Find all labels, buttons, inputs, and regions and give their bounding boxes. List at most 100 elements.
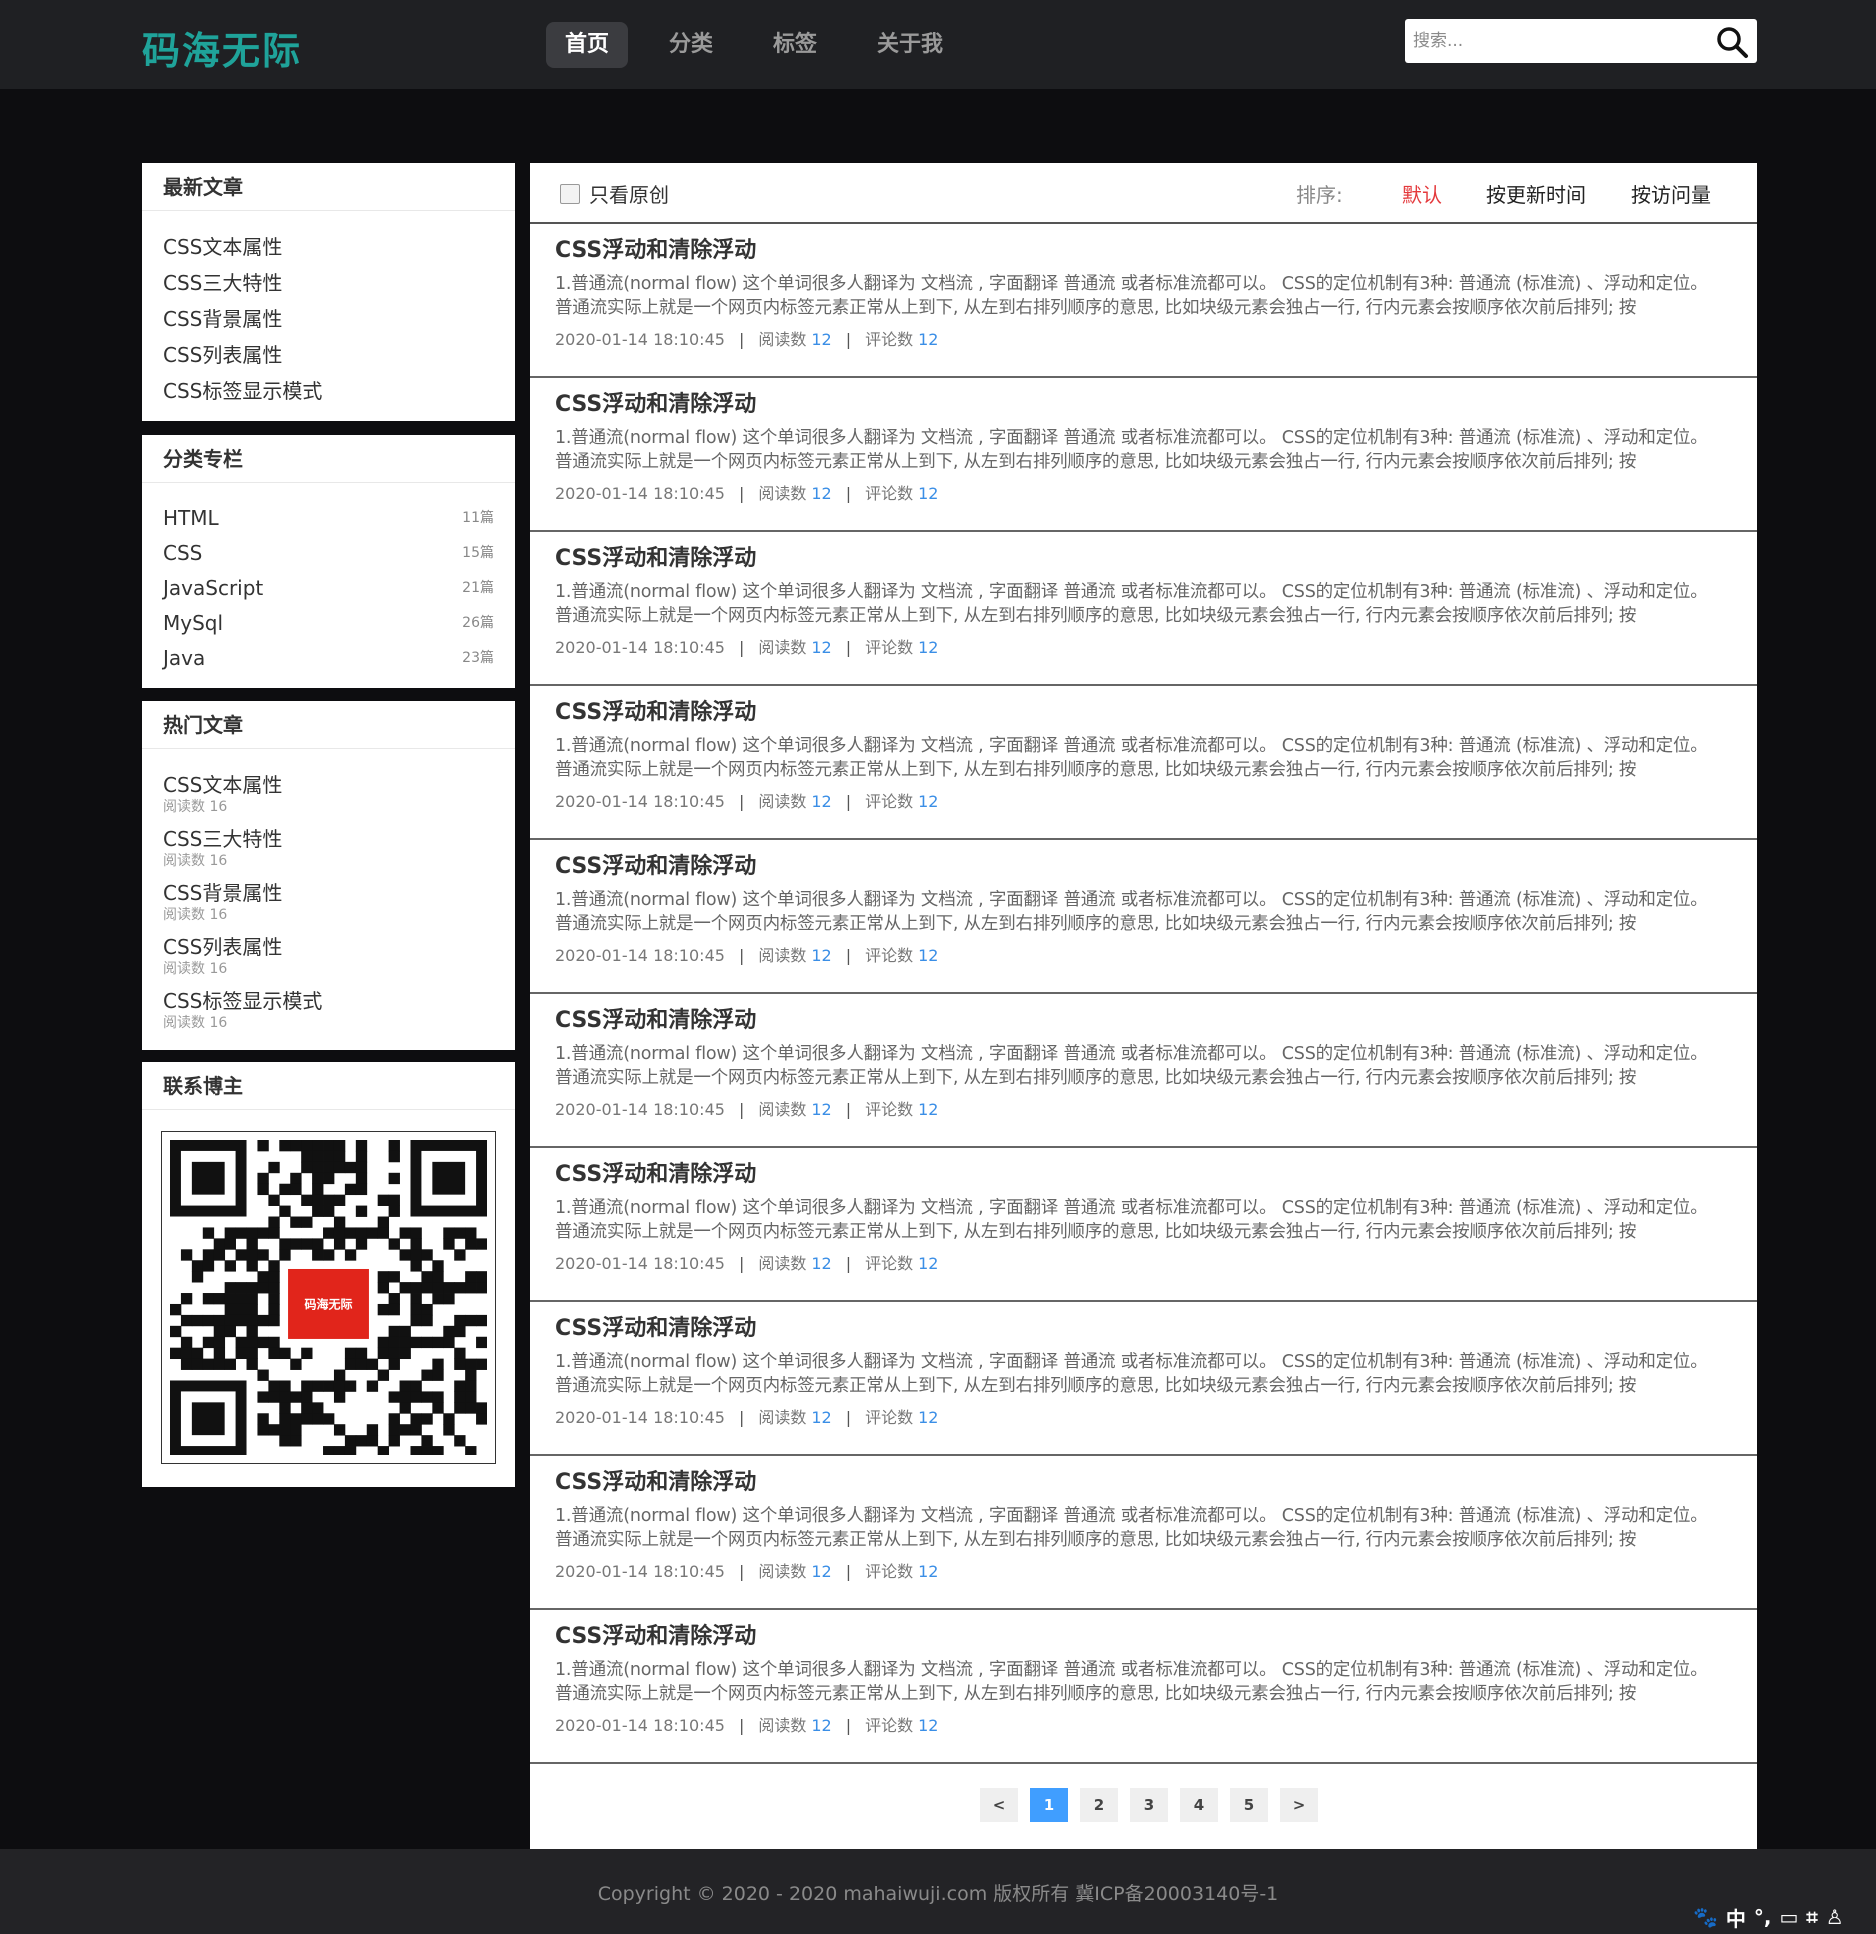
article-title[interactable]: CSS浮动和清除浮动 (555, 544, 1717, 574)
qr-logo-text: 码海无际 (304, 1296, 352, 1311)
qr-module (366, 1358, 379, 1370)
keyboard-icon[interactable]: ▭ (1780, 1905, 1799, 1929)
qr-module (421, 1282, 433, 1294)
qr-module (432, 1358, 444, 1370)
qr-module (377, 1303, 390, 1316)
prev-page-button[interactable]: < (980, 1788, 1018, 1822)
qr-module (290, 1424, 302, 1436)
qr-module (399, 1424, 411, 1436)
qr-module (410, 1260, 422, 1272)
nav-about[interactable]: 关于我 (858, 22, 962, 68)
search-icon[interactable] (1715, 25, 1749, 59)
qr-module (312, 1402, 324, 1414)
sort-by-update-time[interactable]: 按更新时间 (1486, 179, 1586, 208)
meta-separator: | (845, 792, 852, 811)
qr-module (454, 1391, 466, 1403)
original-only-label[interactable]: 只看原创 (589, 179, 669, 208)
qr-module (399, 1347, 411, 1360)
page-button-4[interactable]: 4 (1180, 1788, 1218, 1822)
qr-module (421, 1336, 433, 1349)
reads-label: 阅读数 (758, 330, 807, 349)
qr-module (323, 1227, 335, 1239)
qr-module (377, 1216, 390, 1228)
tool-icon[interactable]: ⌗ (1806, 1905, 1817, 1929)
qr-module (454, 1314, 466, 1327)
category-name: HTML (163, 506, 219, 530)
article-title[interactable]: CSS浮动和清除浮动 (555, 1160, 1717, 1190)
hot-article-item[interactable]: CSS背景属性 阅读数 16 (163, 877, 494, 931)
qr-module (410, 1336, 422, 1349)
article-title[interactable]: CSS浮动和清除浮动 (555, 1468, 1717, 1498)
article-title[interactable]: CSS浮动和清除浮动 (555, 236, 1717, 266)
article-title[interactable]: CSS浮动和清除浮动 (555, 1314, 1717, 1344)
qr-module (344, 1249, 357, 1261)
hot-article-title: CSS文本属性 (163, 773, 283, 797)
paw-icon[interactable]: 🐾 (1693, 1905, 1718, 1929)
nav-tags[interactable]: 标签 (754, 22, 836, 68)
latest-article-link[interactable]: CSS标签显示模式 (163, 373, 494, 409)
article-title[interactable]: CSS浮动和清除浮动 (555, 390, 1717, 420)
meta-separator: | (845, 1562, 852, 1581)
ime-punctuation-indicator[interactable]: °, (1754, 1905, 1772, 1929)
ime-toolbar[interactable]: 🐾 中 °, ▭ ⌗ ♙ (1693, 1903, 1852, 1932)
qr-module (388, 1194, 400, 1206)
category-item-mysql[interactable]: MySql 26篇 (163, 606, 494, 641)
qr-module (432, 1369, 444, 1381)
sort-default[interactable]: 默认 (1402, 179, 1442, 208)
article-title[interactable]: CSS浮动和清除浮动 (555, 1622, 1717, 1652)
page-button-1[interactable]: 1 (1030, 1788, 1068, 1822)
category-item-javascript[interactable]: JavaScript 21篇 (163, 571, 494, 606)
article-item: CSS浮动和清除浮动 1.普通流(normal flow) 这个单词很多人翻译为 … (530, 1302, 1757, 1456)
article-title[interactable]: CSS浮动和清除浮动 (555, 1006, 1717, 1036)
category-item-java[interactable]: Java 23篇 (163, 641, 494, 676)
latest-article-link[interactable]: CSS文本属性 (163, 229, 494, 265)
hot-article-item[interactable]: CSS文本属性 阅读数 16 (163, 769, 494, 823)
nav-home[interactable]: 首页 (546, 22, 629, 68)
qr-module (213, 1293, 226, 1305)
qr-module (366, 1227, 379, 1239)
nav-category[interactable]: 分类 (650, 22, 732, 68)
hot-article-item[interactable]: CSS三大特性 阅读数 16 (163, 823, 494, 877)
qr-module (235, 1293, 247, 1305)
page-button-2[interactable]: 2 (1080, 1788, 1118, 1822)
next-page-button[interactable]: > (1280, 1788, 1318, 1822)
ime-lang-indicator[interactable]: 中 (1726, 1903, 1746, 1932)
qr-module (333, 1446, 346, 1458)
page-button-5[interactable]: 5 (1230, 1788, 1268, 1822)
reads-label: 阅读数 (758, 792, 807, 811)
page-button-3[interactable]: 3 (1130, 1788, 1168, 1822)
qr-module (312, 1161, 324, 1174)
qr-module (399, 1325, 411, 1338)
qr-module (476, 1402, 488, 1414)
latest-article-link[interactable]: CSS背景属性 (163, 301, 494, 337)
article-title[interactable]: CSS浮动和清除浮动 (555, 698, 1717, 728)
latest-article-link[interactable]: CSS列表属性 (163, 337, 494, 373)
qr-module (180, 1358, 193, 1370)
article-item: CSS浮动和清除浮动 1.普通流(normal flow) 这个单词很多人翻译为 … (530, 378, 1757, 532)
article-list-panel: 只看原创 排序: 默认 按更新时间 按访问量 CSS浮动和清除浮动 1.普通流(n… (530, 163, 1757, 1849)
qr-module (180, 1347, 193, 1360)
category-item-css[interactable]: CSS 15篇 (163, 536, 494, 571)
hot-article-item[interactable]: CSS列表属性 阅读数 16 (163, 931, 494, 985)
article-title[interactable]: CSS浮动和清除浮动 (555, 852, 1717, 882)
hot-article-item[interactable]: CSS标签显示模式 阅读数 16 (163, 985, 494, 1039)
qr-module (399, 1282, 411, 1294)
qr-module (202, 1260, 215, 1272)
meta-separator: | (845, 1254, 852, 1273)
qr-module (301, 1402, 313, 1414)
hot-articles-widget: 热门文章 CSS文本属性 阅读数 16 CSS三大特性 阅读数 16 CSS背景属性… (142, 701, 515, 1050)
latest-article-link[interactable]: CSS三大特性 (163, 265, 494, 301)
qr-module (279, 1413, 291, 1425)
sort-by-views[interactable]: 按访问量 (1631, 179, 1711, 208)
qr-module (323, 1140, 335, 1152)
site-logo[interactable]: 码海无际 (142, 20, 302, 75)
original-only-checkbox[interactable] (560, 184, 580, 204)
qr-module (443, 1325, 455, 1338)
qr-module (290, 1238, 302, 1250)
comments-count: 12 (918, 638, 939, 657)
qr-module (301, 1347, 313, 1360)
comments-count: 12 (918, 792, 939, 811)
search-input[interactable] (1413, 25, 1703, 57)
user-icon[interactable]: ♙ (1826, 1905, 1844, 1929)
category-item-html[interactable]: HTML 11篇 (163, 501, 494, 536)
